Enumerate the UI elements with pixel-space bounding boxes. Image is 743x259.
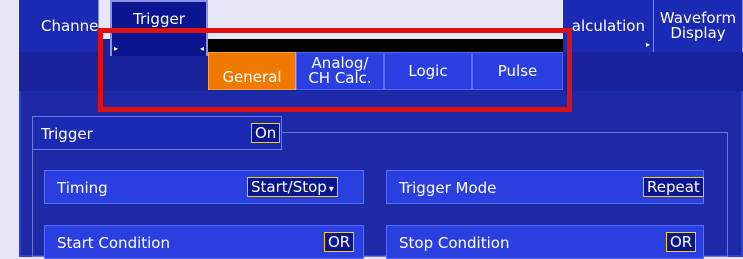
stop-condition-row[interactable]: Stop Condition OR [386, 225, 704, 259]
stop-condition-value[interactable]: OR [666, 232, 697, 252]
timing-row[interactable]: Timing Start/Stop ▾ [44, 170, 364, 204]
dropdown-arrow-icon: ▾ [328, 184, 334, 195]
corner-icon: ▸ [645, 40, 650, 49]
start-condition-value[interactable]: OR [324, 232, 355, 252]
trigger-panel-header: Trigger On [32, 116, 282, 150]
trigger-mode-label: Trigger Mode [399, 179, 497, 197]
highlight-box [98, 28, 572, 112]
trigger-mode-row[interactable]: Trigger Mode Repeat [386, 170, 704, 204]
tab-waveform-label: Waveform Display [659, 9, 737, 42]
tab-channel[interactable]: Channe [19, 0, 99, 52]
trigger-label: Trigger [41, 125, 93, 143]
timing-value[interactable]: Start/Stop ▾ [247, 177, 338, 197]
trigger-mode-value[interactable]: Repeat [643, 177, 704, 197]
tab-calculation-label: alculation [571, 17, 645, 35]
start-condition-row[interactable]: Start Condition OR [44, 225, 364, 259]
start-condition-label: Start Condition [57, 234, 170, 252]
stop-condition-label: Stop Condition [399, 234, 510, 252]
timing-label: Timing [57, 179, 108, 197]
tab-waveform-display[interactable]: Waveform Display [654, 0, 743, 52]
tab-channel-label: Channe [41, 17, 99, 35]
trigger-value[interactable]: On [251, 123, 281, 143]
tab-trigger-label: Trigger [133, 10, 185, 28]
tab-calculation[interactable]: alculation ▸ [563, 0, 654, 52]
